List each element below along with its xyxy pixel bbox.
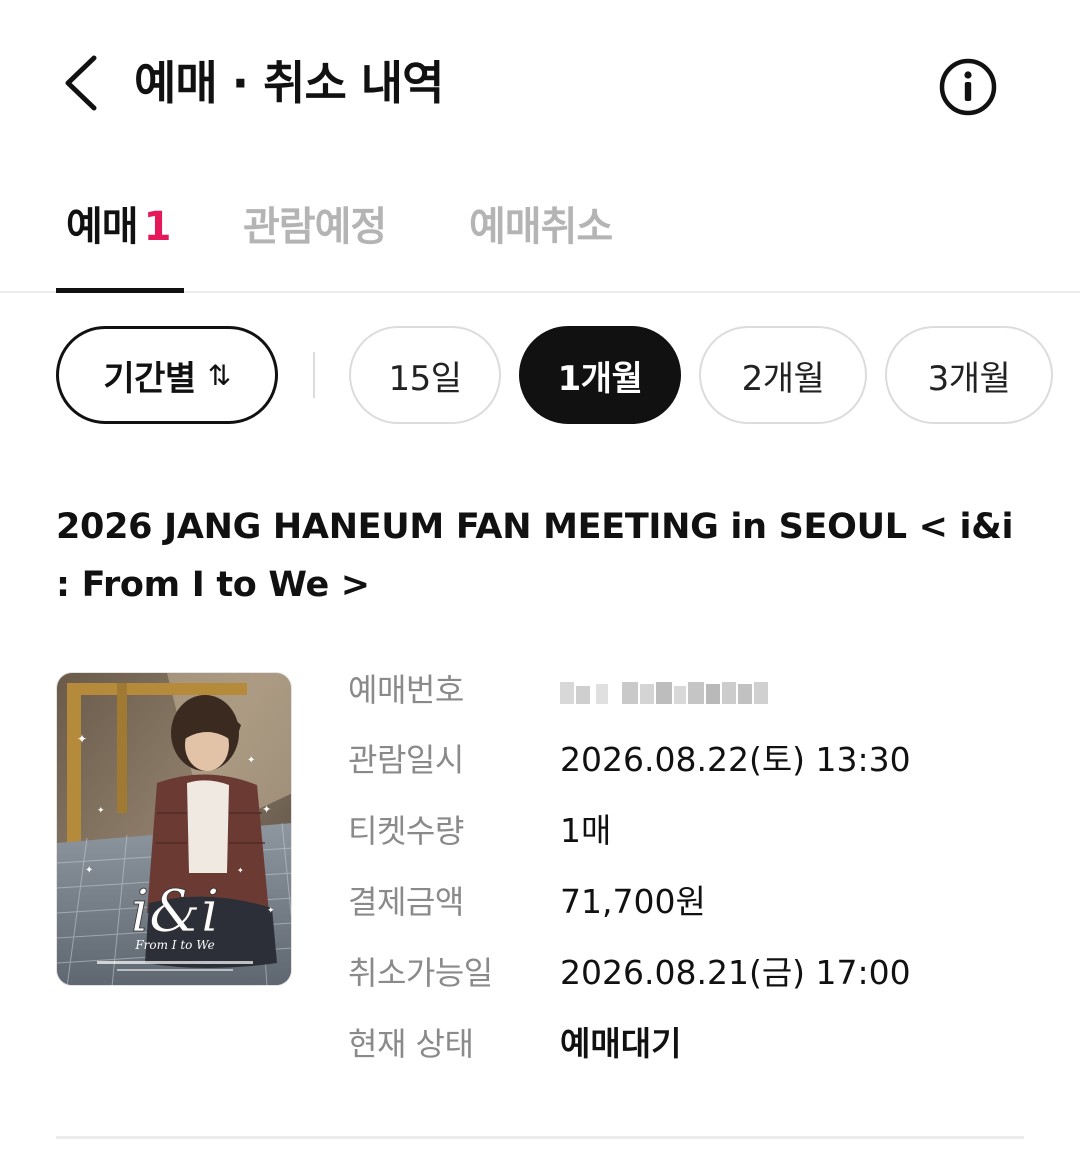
filter-chip-label: 3개월 <box>927 358 1011 399</box>
detail-label: 취소가능일 <box>348 954 493 992</box>
detail-row-show-datetime: 관람일시 2026.08.22(토) 13:30 <box>348 730 1048 790</box>
detail-label: 예매번호 <box>348 671 464 709</box>
svg-text:✦: ✦ <box>262 803 271 816</box>
back-button[interactable] <box>58 52 108 114</box>
tab-cancelled-label: 예매취소 <box>469 204 613 250</box>
detail-row-payment-amount: 결제금액 71,700원 <box>348 872 1048 932</box>
filter-chip-label: 2개월 <box>741 358 825 399</box>
period-sort-button[interactable]: 기간별 ⇅ <box>56 326 278 424</box>
tab-booking-count: 1 <box>143 204 172 250</box>
detail-row-ticket-quantity: 티켓수량 1매 <box>348 801 1048 861</box>
detail-row-booking-number: 예매번호 <box>348 660 1048 720</box>
period-sort-label: 기간별 <box>103 358 196 399</box>
detail-value: 1매 <box>560 811 612 850</box>
svg-text:✦: ✦ <box>97 806 105 816</box>
svg-text:✦: ✦ <box>247 755 255 766</box>
info-icon <box>939 58 997 116</box>
section-divider <box>56 1136 1024 1139</box>
filter-chip-3months[interactable]: 3개월 <box>885 326 1053 424</box>
detail-value: 2026.08.21(금) 17:00 <box>560 953 911 992</box>
filter-chip-1month[interactable]: 1개월 <box>519 326 681 424</box>
poster-art-title: i&i <box>131 877 220 945</box>
svg-text:✦: ✦ <box>267 906 275 916</box>
svg-text:✦: ✦ <box>237 866 244 875</box>
sort-arrows-icon: ⇅ <box>207 358 231 392</box>
event-poster[interactable]: ✦ ✦ ✦ ✦ ✦ ✦ ✦ i&i From I to We <box>56 672 292 986</box>
svg-text:✦: ✦ <box>85 865 93 876</box>
tab-bar: 예매 1 관람예정 예매취소 <box>0 180 1080 293</box>
detail-value: 2026.08.22(토) 13:30 <box>560 740 911 779</box>
tab-upcoming[interactable]: 관람예정 <box>243 194 387 293</box>
tab-booking[interactable]: 예매 1 <box>66 194 172 293</box>
detail-label: 티켓수량 <box>348 812 464 850</box>
svg-text:✦: ✦ <box>77 732 87 746</box>
detail-label: 관람일시 <box>348 741 464 779</box>
app-header: 예매 · 취소 내역 <box>0 0 1080 170</box>
tab-booking-label: 예매 <box>66 204 139 250</box>
active-tab-indicator <box>56 288 184 293</box>
filter-chip-15days[interactable]: 15일 <box>349 326 501 424</box>
booking-number-redacted <box>560 682 768 704</box>
info-button[interactable] <box>938 57 998 117</box>
detail-row-cancel-deadline: 취소가능일 2026.08.21(금) 17:00 <box>348 943 1048 1003</box>
filter-chip-label: 1개월 <box>557 358 643 399</box>
filter-divider <box>313 352 315 398</box>
status-value: 예매대기 <box>560 1024 682 1063</box>
poster-art-subtitle: From I to We <box>134 938 214 952</box>
chevron-left-icon <box>65 55 97 111</box>
detail-label: 현재 상태 <box>348 1025 474 1063</box>
tab-upcoming-label: 관람예정 <box>243 204 387 250</box>
detail-row-current-status: 현재 상태 예매대기 <box>348 1014 1048 1074</box>
event-title[interactable]: 2026 JANG HANEUM FAN MEETING in SEOUL < … <box>56 498 1016 614</box>
filter-chip-label: 15일 <box>388 358 462 399</box>
detail-label: 결제금액 <box>348 883 464 921</box>
detail-value: 71,700원 <box>560 882 706 921</box>
period-filter-bar: 기간별 ⇅ 15일 1개월 2개월 3개월 <box>0 326 1080 426</box>
tab-cancelled[interactable]: 예매취소 <box>469 194 613 293</box>
poster-artwork: ✦ ✦ ✦ ✦ ✦ ✦ ✦ i&i From I to We <box>57 673 291 985</box>
filter-chip-2months[interactable]: 2개월 <box>699 326 867 424</box>
page-title: 예매 · 취소 내역 <box>134 56 444 110</box>
